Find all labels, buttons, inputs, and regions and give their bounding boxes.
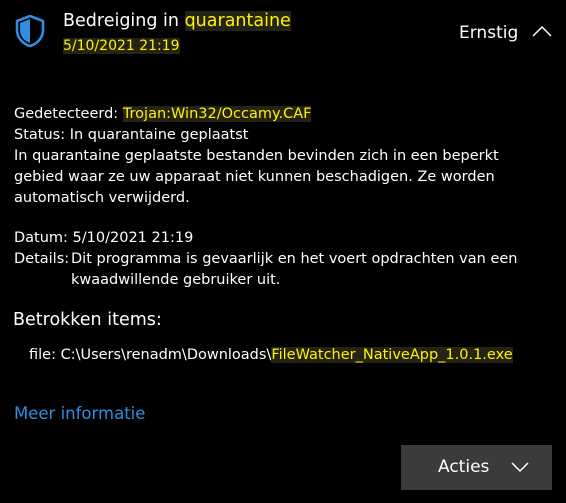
date-label: Datum: — [14, 230, 68, 246]
actions-button[interactable]: Acties — [401, 445, 552, 490]
chevron-down-icon — [511, 462, 529, 473]
shield-icon — [15, 14, 45, 48]
date-row: Datum: 5/10/2021 21:19 — [14, 228, 193, 249]
file-path-prefix: file: C:\Users\renadm\Downloads\ — [29, 347, 272, 363]
threat-title: Bedreiging in quarantaine — [63, 9, 291, 33]
status-value: In quarantaine geplaatst — [69, 127, 249, 143]
detected-label: Gedetecteerd: — [14, 106, 119, 122]
more-info-link[interactable]: Meer informatie — [14, 402, 145, 426]
affected-items-title: Betrokken items: — [13, 310, 162, 330]
threat-datetime: 5/10/2021 21:19 — [63, 36, 180, 56]
chevron-up-icon[interactable] — [532, 24, 552, 38]
threat-title-prefix: Bedreiging in — [63, 11, 185, 31]
severity-label: Ernstig — [459, 23, 519, 43]
details-row: Details: Dit programma is gevaarlijk en … — [14, 249, 517, 288]
quarantine-description: In quarantaine geplaatste bestanden bevi… — [14, 148, 499, 206]
details-label: Details: — [14, 251, 70, 267]
detected-value: Trojan:Win32/Occamy.CAF — [122, 106, 312, 122]
file-name-highlight: FileWatcher_NativeApp_1.0.1.exe — [271, 347, 513, 363]
date-value: 5/10/2021 21:19 — [72, 230, 194, 246]
status-row: Status: In quarantaine geplaatst — [14, 125, 248, 146]
actions-button-label: Acties — [438, 457, 490, 477]
status-label: Status: — [14, 127, 66, 143]
details-value: Dit programma is gevaarlijk en het voert… — [71, 251, 518, 288]
affected-file-path: file: C:\Users\renadm\Downloads\FileWatc… — [29, 345, 513, 366]
detected-row: Gedetecteerd: Trojan:Win32/Occamy.CAF — [14, 104, 312, 125]
threat-datetime-value: 5/10/2021 21:19 — [63, 38, 180, 54]
threat-title-highlight: quarantaine — [184, 11, 291, 31]
